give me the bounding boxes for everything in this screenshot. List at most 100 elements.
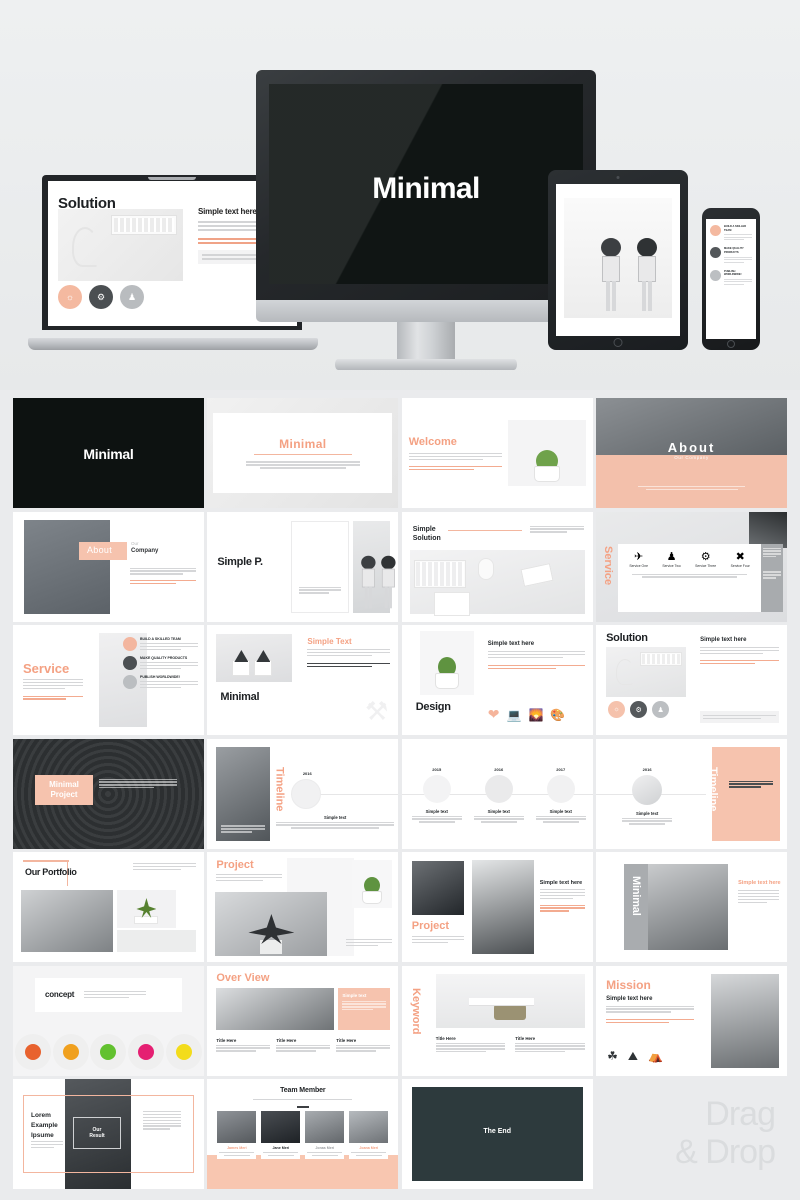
tools-icon: ⚒ <box>364 696 389 726</box>
slide-thumb-our-portfolio[interactable]: Our Portfolio <box>13 852 204 962</box>
cactus-photo <box>352 860 393 908</box>
team-member-card[interactable]: James Meri <box>217 1111 257 1160</box>
column-title: Title Here <box>336 1037 357 1043</box>
slide-thumb-mission[interactable]: Mission Simple text here ☘ ⛰ ⛺ <box>596 965 787 1076</box>
keyboard-icon <box>111 215 177 235</box>
tablet-camera-icon <box>616 176 620 179</box>
globe-icon <box>710 269 721 281</box>
slide-thumb-minimal-vertical[interactable]: Minimal Simple text here <box>596 852 787 962</box>
slide-thumb-solution[interactable]: Solution ☼ ⚙ ♟ Simple text here <box>596 625 787 735</box>
slide-title: Solution <box>606 632 648 644</box>
avatar <box>261 1111 301 1143</box>
tent-photo <box>216 987 335 1030</box>
slide-row: About Our Company Simple P. Simple Solut… <box>0 511 800 622</box>
user-icon: ♟ <box>120 285 144 309</box>
slide-title: Minimal <box>630 876 643 916</box>
hero-device-mockup: Solution ☼ ⚙ ♟ Simple text here Minimal … <box>0 0 800 390</box>
imac-chin <box>256 300 596 322</box>
slide-title-line: Example <box>31 1121 58 1129</box>
laptop-slide-photo <box>58 209 183 281</box>
laptop-notch-icon <box>148 177 196 180</box>
slide-thumb-service-icons[interactable]: Service ✈ Service One ♟ Service Two ⚙ Servi… <box>596 511 787 622</box>
slide-thumb-timeline-left[interactable]: Timeline 2016 Simple text <box>207 738 399 849</box>
slide-thumb-minimal-intro[interactable]: Minimal <box>207 398 399 508</box>
slide-thumb-the-end[interactable]: The End <box>401 1079 593 1189</box>
slide-thumb-design[interactable]: Design Simple text here ❤ 💻 🌄 🎨 <box>401 625 593 735</box>
dolls-photo <box>353 520 396 613</box>
phone-feature-row: PUBLISH WORLDWIDE! <box>710 269 752 285</box>
slide-row: Our Portfolio Project Project Simple tex… <box>0 852 800 962</box>
timeline-item-title: Simple text <box>425 808 448 814</box>
slide-title: Service <box>23 661 70 676</box>
slide-title: Simple P. <box>217 555 263 568</box>
timeline-photo <box>422 774 451 803</box>
slide-thumb-minimal-plants[interactable]: Minimal Simple Text ⚒ <box>207 625 399 735</box>
phone-home-button-icon[interactable] <box>727 340 735 348</box>
member-name: Jane Meri <box>272 1146 290 1150</box>
slide-title: Minimal <box>279 437 327 452</box>
team-member-card[interactable]: Joana Meri <box>349 1111 389 1160</box>
phone-feature-title: BUILD A SKILLED TEAM <box>724 225 747 232</box>
slide-heading: Simple Text <box>307 637 352 646</box>
gear-icon: ⚙ <box>700 550 711 563</box>
slide-thumb-about-company[interactable]: About Our Company <box>13 511 204 622</box>
slide-title: Team Member <box>280 1087 326 1094</box>
rocket-icon: ✈ <box>634 550 644 563</box>
slide-thumb-minimal-cover[interactable]: Minimal <box>13 398 204 508</box>
building-photo <box>471 860 534 954</box>
monitor-icon: 💻 <box>506 707 522 722</box>
bulb-icon: ☼ <box>58 285 82 309</box>
slide-title: Timeline <box>707 766 719 811</box>
slide-thumb-team-member[interactable]: Team Member James Meri Jane Meri Jonas M… <box>207 1079 399 1189</box>
column-title: Title Here <box>276 1037 297 1043</box>
slide-subtitle-top: Our <box>131 540 139 546</box>
slide-title: About <box>667 439 716 455</box>
slide-thumb-our-result[interactable]: Lorem Example Ipsume Our Result <box>13 1079 204 1189</box>
step-title: BUILD A SKILLED TEAM <box>140 637 181 641</box>
slide-title: Over View <box>216 971 270 984</box>
slide-thumb-project-plants[interactable]: Project <box>207 852 399 962</box>
building-photo <box>411 861 464 915</box>
slide-thumb-service-steps[interactable]: Service BUILD A SKILLED TEAM MAKE QUALIT… <box>13 625 204 735</box>
user-icon: ♟ <box>652 701 670 718</box>
portfolio-photo <box>21 890 113 952</box>
team-member-card[interactable]: Jonas Meri <box>305 1111 345 1160</box>
slide-title: Design <box>415 701 451 713</box>
slide-thumb-concept[interactable]: concept <box>13 965 204 1076</box>
slide-row: Service BUILD A SKILLED TEAM MAKE QUALIT… <box>0 625 800 735</box>
heart-icon: ❤ <box>487 706 500 722</box>
service-label: Service Three <box>695 563 717 568</box>
slide-thumb-timeline-three[interactable]: 2015 Simple text 2016 Simple text 2017 S… <box>401 738 593 849</box>
slide-row: Minimal Project Timeline 2016 Simple tex… <box>0 738 800 849</box>
rock-photo <box>24 519 110 614</box>
slide-thumb-minimal-project[interactable]: Minimal Project <box>13 738 204 849</box>
slide-thumb-about-cover[interactable]: About Our Company <box>596 398 787 508</box>
slide-thumb-keyword[interactable]: Keyword Title Here Title Here <box>401 965 593 1076</box>
slide-thumb-welcome[interactable]: Welcome <box>401 398 593 508</box>
slide-thumb-project-buildings[interactable]: Project Simple text here <box>401 852 593 962</box>
slide-row: Minimal Minimal Welcome About Our Compan… <box>0 398 800 508</box>
avatar <box>349 1111 389 1143</box>
phone-feature-row: BUILD A SKILLED TEAM <box>710 225 752 241</box>
desk-photo <box>606 647 687 697</box>
drag-line-2: & Drop <box>675 1133 776 1172</box>
phone-feature-row: MAKE QUALITY PRODUCTS <box>710 247 752 263</box>
cactus-photo <box>419 631 474 695</box>
timeline-year: 2016 <box>494 766 504 772</box>
service-label: Service One <box>629 563 648 568</box>
tree-icon: ☘ <box>607 1048 618 1063</box>
slide-title: concept <box>45 990 75 999</box>
imac-screen: Minimal <box>269 84 583 284</box>
slide-thumb-over-view[interactable]: Over View Simple text Title Here Title H… <box>207 965 399 1076</box>
step-title: MAKE QUALITY PRODUCTS <box>140 656 188 660</box>
slide-thumb-simple-p[interactable]: Simple P. <box>207 511 399 622</box>
slide-title: Minimal <box>220 691 260 703</box>
slide-thumb-timeline-right[interactable]: 2016 Simple text Timeline <box>596 738 787 849</box>
slide-badge: Simple text <box>342 992 367 998</box>
slide-title-line: Ipsume <box>31 1131 54 1139</box>
column-title: Title Here <box>216 1037 237 1043</box>
slide-heading: Simple text here <box>738 880 781 886</box>
slide-thumb-simple-solution[interactable]: Simple Solution <box>401 511 593 622</box>
tablet-home-button-icon[interactable] <box>613 338 623 347</box>
team-member-card[interactable]: Jane Meri <box>261 1111 301 1160</box>
